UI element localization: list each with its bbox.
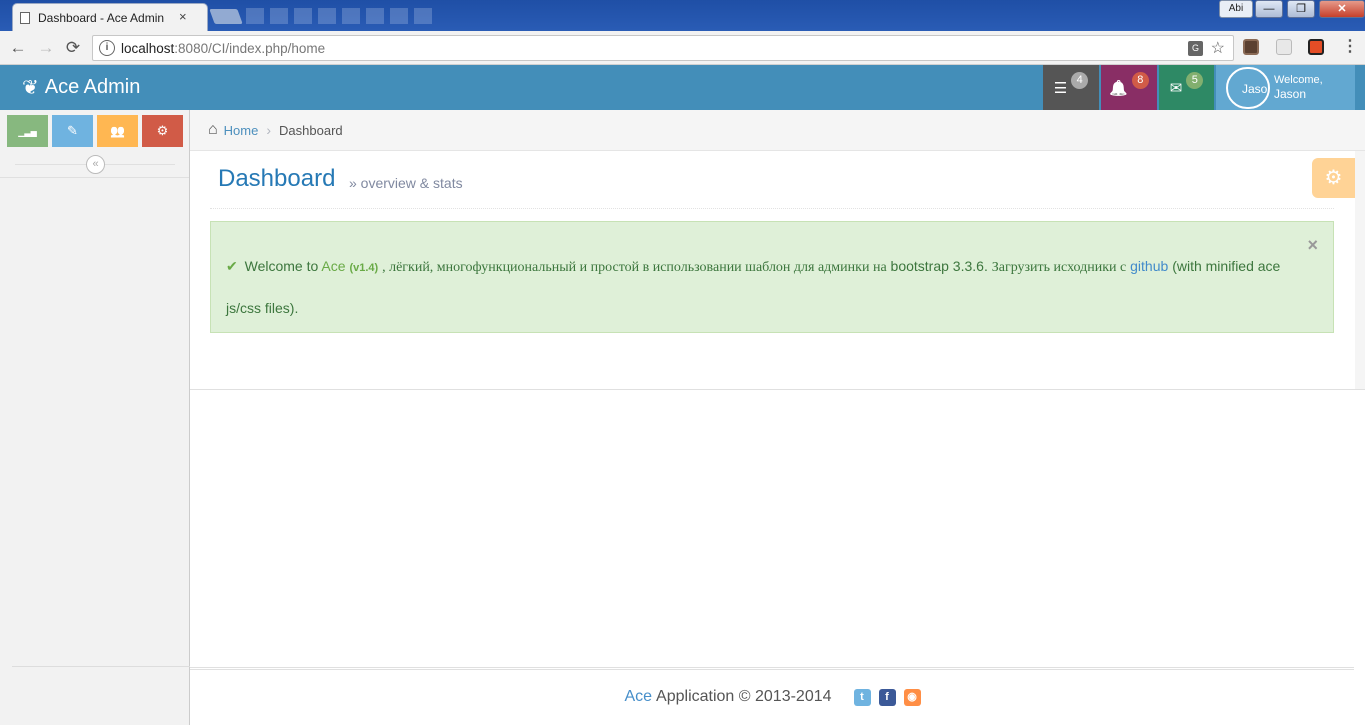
sidebar-bottom-divider	[12, 666, 190, 667]
footer: Ace Application © 2013-2014 t f ◉	[190, 683, 1355, 711]
close-window-button[interactable]: ✕	[1319, 0, 1365, 18]
user-menu[interactable]: Jaso Welcome, Jason	[1216, 65, 1355, 110]
content-scrollbar[interactable]	[1355, 151, 1365, 389]
alert-text-ru-2: Загрузить исходники с	[991, 260, 1127, 275]
welcome-text: Welcome,	[1274, 74, 1323, 86]
twitter-icon[interactable]: t	[853, 688, 871, 706]
url-host: localhost	[121, 41, 175, 56]
breadcrumb-current: Dashboard	[279, 122, 343, 138]
back-icon[interactable]: ←	[7, 37, 29, 59]
app-navbar: ❦ Ace Admin ☰ 4 🔔 8 ✉ 5 Jaso Welcome, Ja…	[0, 65, 1365, 110]
envelope-icon: ✉	[1169, 79, 1183, 97]
shortcut-users-button[interactable]: 👥	[97, 115, 138, 147]
leaf-icon: ❦	[22, 77, 39, 99]
minimize-button[interactable]: —	[1255, 0, 1283, 18]
welcome-alert: ✔ Welcome to Ace (v1.4) , лёгкий, многоф…	[210, 221, 1334, 333]
bookmark-star-icon[interactable]: ☆	[1211, 38, 1225, 58]
page-subtitle: » overview & stats	[349, 175, 463, 191]
breadcrumb-separator-icon: ›	[266, 122, 272, 138]
sidebar-shortcuts: ▁▃▅ ✎ 👥 ⚙	[7, 115, 183, 147]
page-icon	[20, 11, 30, 24]
breadcrumb: ⌂ Home › Dashboard	[190, 110, 1365, 151]
background-tab[interactable]	[246, 8, 436, 24]
address-bar[interactable]: i localhost:8080/CI/index.php/home G ☆	[92, 35, 1234, 61]
avatar: Jaso	[1226, 67, 1270, 109]
signal-icon: ▁▃▅	[18, 128, 37, 137]
forward-icon[interactable]: →	[35, 37, 57, 59]
alert-text-ru-1: , лёгкий, многофункциональный и простой …	[382, 260, 887, 275]
sidebar-collapse-button[interactable]: «	[86, 155, 105, 174]
pencil-icon: ✎	[67, 123, 78, 138]
messages-badge: 5	[1186, 72, 1204, 89]
browser-toolbar: ← → ⟳ i localhost:8080/CI/index.php/home…	[0, 31, 1365, 65]
brand-text: Ace Admin	[44, 76, 141, 98]
social-links: t f ◉	[853, 688, 921, 706]
alert-version: (v1.4)	[349, 262, 379, 274]
gear-icon: ⚙	[1324, 167, 1343, 189]
facebook-icon[interactable]: f	[878, 688, 896, 706]
page-title: Dashboard	[218, 165, 336, 192]
language-button[interactable]: Abi	[1219, 0, 1253, 18]
notifications-badge: 8	[1131, 72, 1149, 89]
shortcut-cogs-button[interactable]: ⚙	[142, 115, 183, 147]
rss-icon[interactable]: ◉	[903, 688, 921, 706]
user-name: Jason	[1274, 87, 1307, 101]
brand-link[interactable]: ❦ Ace Admin	[22, 65, 140, 110]
extension-html5-icon[interactable]	[1308, 39, 1324, 55]
alert-ace-name: Ace	[321, 258, 346, 274]
url-path: :8080/CI/index.php/home	[174, 41, 326, 56]
user-info: Welcome, Jason	[1274, 73, 1323, 101]
url-text: localhost:8080/CI/index.php/home	[121, 41, 325, 56]
browser-tabstrip: Dashboard - Ace Admin × Abi — ❐ ✕	[0, 0, 1365, 31]
check-icon: ✔	[226, 258, 238, 274]
browser-tab-content[interactable]: Dashboard - Ace Admin	[20, 4, 200, 31]
reload-icon[interactable]: ⟳	[62, 37, 84, 59]
site-info-icon[interactable]: i	[99, 40, 115, 56]
extension-camera-icon[interactable]	[1243, 39, 1259, 55]
new-tab-button[interactable]	[209, 9, 243, 24]
cogs-icon: ⚙	[156, 123, 169, 138]
github-link[interactable]: github	[1130, 258, 1168, 274]
browser-menu-icon[interactable]: ⋮	[1342, 37, 1358, 57]
tasks-icon: ☰	[1053, 79, 1068, 97]
shortcut-pencil-button[interactable]: ✎	[52, 115, 93, 147]
sidebar: ▁▃▅ ✎ 👥 ⚙ «	[0, 110, 190, 725]
content-divider	[190, 389, 1365, 390]
breadcrumb-home-link[interactable]: Home	[224, 123, 259, 138]
sidebar-divider	[0, 177, 189, 178]
ace-settings-button[interactable]: ⚙	[1312, 158, 1355, 198]
maximize-button[interactable]: ❐	[1287, 0, 1315, 18]
tasks-dropdown[interactable]: ☰ 4	[1043, 65, 1099, 110]
messages-dropdown[interactable]: ✉ 5	[1159, 65, 1214, 110]
extension-pdf-icon[interactable]	[1276, 39, 1292, 55]
footer-ace: Ace	[624, 688, 653, 705]
home-icon: ⌂	[208, 121, 218, 138]
tasks-badge: 4	[1071, 72, 1089, 89]
alert-welcome-to: Welcome to	[244, 258, 319, 274]
page-content: Dashboard » overview & stats ⚙ ✔ Welcome…	[190, 151, 1355, 389]
footer-divider	[190, 667, 1354, 670]
notifications-dropdown[interactable]: 🔔 8	[1101, 65, 1157, 110]
alert-bootstrap: bootstrap 3.3.6.	[890, 258, 988, 274]
page-header: Dashboard » overview & stats	[210, 165, 1334, 209]
bell-icon: 🔔	[1109, 79, 1128, 97]
alert-close-icon[interactable]: ×	[1307, 236, 1318, 254]
window-controls: — ❐ ✕	[1255, 0, 1365, 18]
tab-title: Dashboard - Ace Admin	[38, 10, 165, 25]
translate-icon[interactable]: G	[1188, 41, 1203, 56]
footer-text: Application © 2013-2014	[656, 688, 832, 705]
tab-close-icon[interactable]: ×	[179, 9, 187, 24]
users-icon: 👥	[110, 124, 125, 138]
shortcut-signal-button[interactable]: ▁▃▅	[7, 115, 48, 147]
